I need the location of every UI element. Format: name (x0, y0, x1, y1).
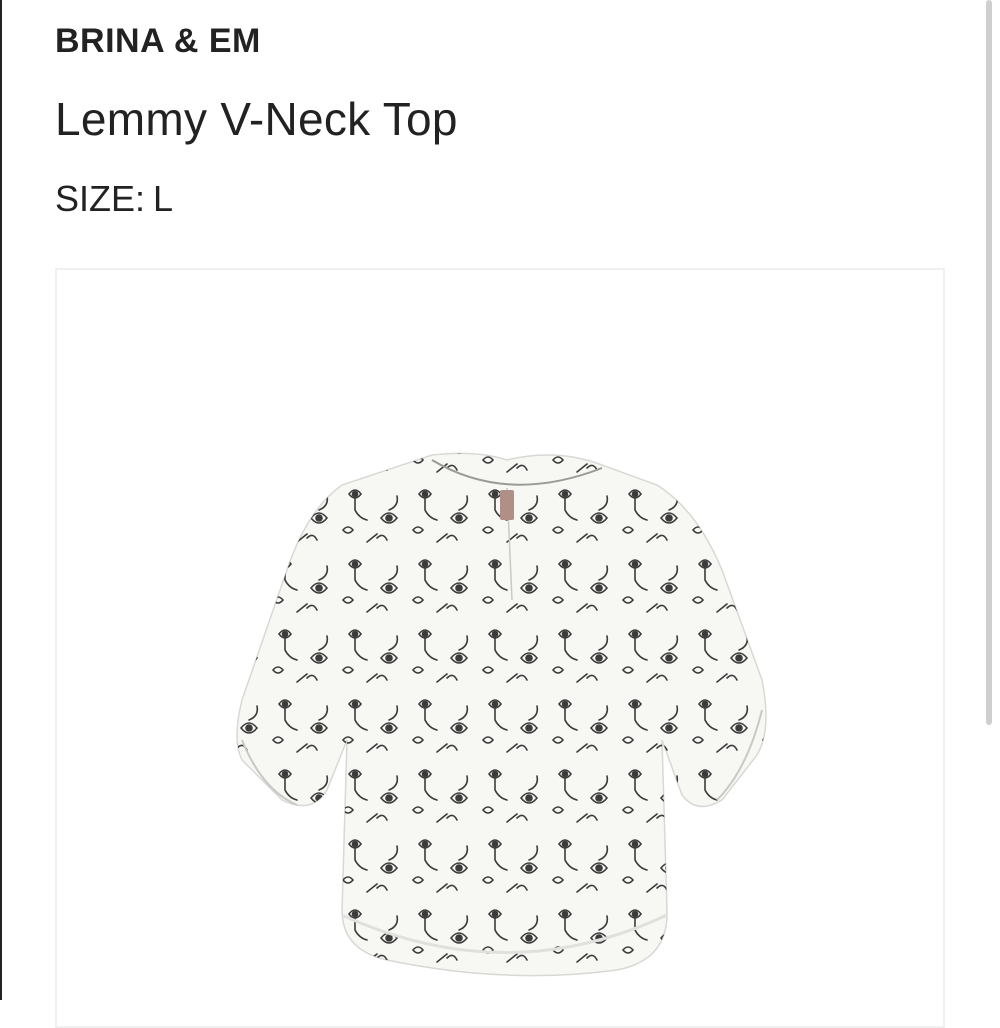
product-image-card[interactable] (55, 268, 945, 1028)
brand-name[interactable]: BRINA & EM (55, 22, 261, 61)
size-info: SIZE: L (55, 178, 173, 220)
left-edge-divider (0, 0, 2, 1000)
size-label: SIZE: (55, 178, 146, 219)
product-title: Lemmy V-Neck Top (55, 93, 458, 145)
size-value: L (153, 178, 174, 219)
vertical-scrollbar[interactable] (986, 0, 992, 725)
floral-blouse-image (236, 452, 767, 977)
